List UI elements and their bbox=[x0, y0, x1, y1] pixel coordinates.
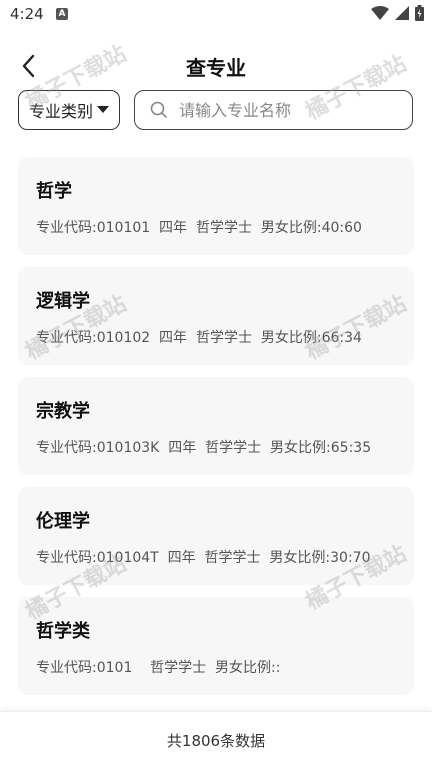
status-icons bbox=[371, 5, 424, 21]
major-list: 哲学 专业代码:010101 四年 哲学学士 男女比例:40:60 逻辑学 专业… bbox=[18, 157, 414, 707]
major-info: 专业代码:0101 哲学学士 男女比例:: bbox=[36, 660, 281, 676]
search-input[interactable] bbox=[177, 99, 401, 121]
status-bar: 4:24 A bbox=[0, 0, 432, 30]
category-label: 专业类别 bbox=[28, 102, 93, 121]
major-category-dropdown[interactable]: 专业类别 bbox=[18, 90, 120, 130]
major-card[interactable]: 逻辑学 专业代码:010102 四年 哲学学士 男女比例:66:34 bbox=[18, 267, 414, 365]
major-info: 专业代码:010103K 四年 哲学学士 男女比例:65:35 bbox=[36, 440, 372, 456]
major-info: 专业代码:010104T 四年 哲学学士 男女比例:30:70 bbox=[36, 550, 371, 566]
total-count: 共1806条数据 bbox=[166, 731, 266, 750]
search-box[interactable] bbox=[134, 90, 413, 130]
battery-icon bbox=[415, 5, 424, 21]
search-icon bbox=[150, 101, 167, 118]
page-title: 查专业 bbox=[186, 56, 246, 80]
major-card[interactable]: 宗教学 专业代码:010103K 四年 哲学学士 男女比例:65:35 bbox=[18, 377, 414, 475]
major-name: 哲学类 bbox=[36, 621, 90, 642]
footer: 共1806条数据 bbox=[0, 711, 432, 768]
notification-icon: A bbox=[56, 8, 68, 20]
major-card[interactable]: 哲学类 专业代码:0101 哲学学士 男女比例:: bbox=[18, 597, 414, 695]
major-card[interactable]: 哲学 专业代码:010101 四年 哲学学士 男女比例:40:60 bbox=[18, 157, 414, 255]
signal-icon bbox=[395, 6, 409, 20]
major-name: 宗教学 bbox=[36, 401, 90, 422]
caret-down-icon bbox=[97, 106, 109, 113]
status-time: 4:24 bbox=[10, 5, 44, 23]
major-card[interactable]: 伦理学 专业代码:010104T 四年 哲学学士 男女比例:30:70 bbox=[18, 487, 414, 585]
major-name: 伦理学 bbox=[36, 511, 90, 532]
major-name: 哲学 bbox=[36, 181, 72, 202]
wifi-icon bbox=[371, 6, 389, 20]
major-info: 专业代码:010101 四年 哲学学士 男女比例:40:60 bbox=[36, 220, 362, 236]
major-name: 逻辑学 bbox=[36, 291, 90, 312]
major-info: 专业代码:010102 四年 哲学学士 男女比例:66:34 bbox=[36, 330, 362, 346]
